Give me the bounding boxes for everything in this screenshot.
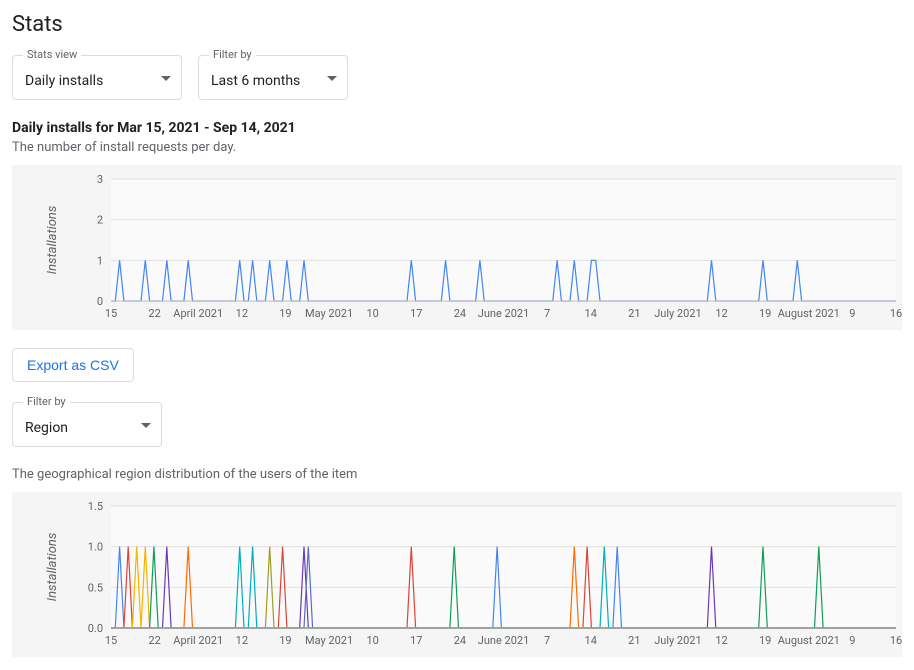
svg-text:17: 17 — [410, 307, 422, 320]
svg-text:12: 12 — [236, 634, 248, 647]
svg-text:May 2021: May 2021 — [305, 307, 353, 320]
svg-text:August 2021: August 2021 — [778, 634, 840, 647]
chevron-down-icon — [161, 76, 171, 81]
svg-text:16: 16 — [890, 307, 902, 320]
svg-text:9: 9 — [849, 634, 855, 647]
chart1-svg: 0123Installations1522April 20211219May 2… — [16, 171, 906, 326]
svg-text:22: 22 — [148, 634, 160, 647]
svg-text:1.5: 1.5 — [88, 500, 103, 513]
svg-text:June 2021: June 2021 — [478, 307, 530, 320]
svg-text:April 2021: April 2021 — [173, 634, 223, 647]
svg-text:19: 19 — [759, 307, 771, 320]
svg-text:Installations: Installations — [45, 532, 60, 601]
svg-text:10: 10 — [366, 634, 378, 647]
svg-text:12: 12 — [715, 634, 727, 647]
svg-text:21: 21 — [628, 307, 640, 320]
svg-text:12: 12 — [715, 307, 727, 320]
svg-text:7: 7 — [544, 634, 550, 647]
svg-text:July 2021: July 2021 — [654, 307, 701, 320]
svg-text:14: 14 — [585, 307, 597, 320]
svg-text:15: 15 — [105, 307, 117, 320]
region-filter-value: Region — [25, 420, 68, 436]
svg-text:24: 24 — [454, 307, 466, 320]
svg-text:22: 22 — [148, 307, 160, 320]
svg-text:14: 14 — [585, 634, 597, 647]
svg-text:0.5: 0.5 — [88, 581, 103, 594]
svg-text:0: 0 — [97, 295, 103, 308]
svg-text:7: 7 — [544, 307, 550, 320]
stats-view-legend: Stats view — [23, 48, 81, 61]
chart1-subtitle: The number of install requests per day. — [12, 140, 902, 155]
svg-text:24: 24 — [454, 634, 466, 647]
region-filters: Filter by Region — [12, 402, 902, 447]
chart2-subtitle: The geographical region distribution of … — [12, 467, 902, 482]
svg-text:16: 16 — [890, 634, 902, 647]
svg-text:3: 3 — [97, 173, 103, 186]
chart2-svg: 0.0 0.5 1.0 1.5 Installations 15 22 April 2021 1… — [16, 498, 906, 653]
svg-text:June 2021: June 2021 — [478, 634, 530, 647]
svg-text:19: 19 — [759, 634, 771, 647]
chart1-title: Daily installs for Mar 15, 2021 - Sep 14… — [12, 120, 902, 136]
svg-text:Installations: Installations — [45, 205, 60, 274]
export-csv-button[interactable]: Export as CSV — [12, 348, 134, 382]
svg-text:15: 15 — [105, 634, 117, 647]
date-filter-select[interactable]: Filter by Last 6 months — [198, 55, 348, 100]
chart1-container: 0123Installations1522April 20211219May 2… — [12, 165, 902, 330]
svg-text:August 2021: August 2021 — [778, 307, 840, 320]
date-filter-legend: Filter by — [209, 48, 256, 61]
svg-text:May 2021: May 2021 — [305, 634, 353, 647]
chevron-down-icon — [141, 423, 151, 428]
region-filter-select[interactable]: Filter by Region — [12, 402, 162, 447]
svg-text:July 2021: July 2021 — [654, 634, 701, 647]
svg-text:19: 19 — [279, 634, 291, 647]
svg-text:April 2021: April 2021 — [173, 307, 223, 320]
svg-text:12: 12 — [236, 307, 248, 320]
date-filter-value: Last 6 months — [211, 73, 300, 89]
svg-text:17: 17 — [410, 634, 422, 647]
svg-text:2: 2 — [97, 214, 103, 227]
region-filter-legend: Filter by — [23, 395, 70, 408]
page-title: Stats — [12, 12, 902, 37]
svg-text:1: 1 — [97, 254, 103, 267]
svg-text:0.0: 0.0 — [88, 622, 103, 635]
stats-view-select[interactable]: Stats view Daily installs — [12, 55, 182, 100]
top-filters: Stats view Daily installs Filter by Last… — [12, 55, 902, 100]
svg-text:10: 10 — [366, 307, 378, 320]
svg-text:1.0: 1.0 — [88, 541, 103, 554]
stats-view-value: Daily installs — [25, 73, 103, 89]
svg-text:9: 9 — [849, 307, 855, 320]
svg-text:21: 21 — [628, 634, 640, 647]
chart2-container: 0.0 0.5 1.0 1.5 Installations 15 22 April 2021 1… — [12, 492, 902, 657]
chevron-down-icon — [327, 76, 337, 81]
svg-text:19: 19 — [279, 307, 291, 320]
